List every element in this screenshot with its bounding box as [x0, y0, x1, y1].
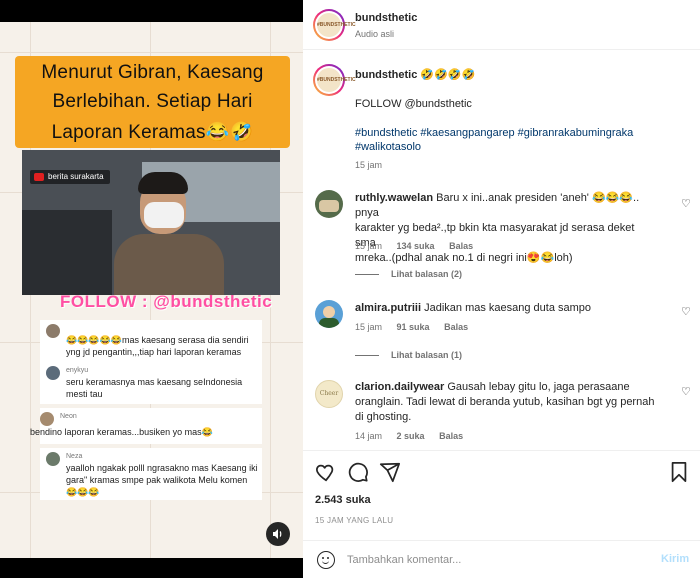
comment-text: clarion.dailywear Gausah lebay gitu lo, … — [355, 381, 655, 423]
header-username[interactable]: bundsthetic — [355, 12, 417, 24]
commenter-avatar — [46, 366, 60, 380]
comment-like-icon[interactable]: ♡ — [681, 385, 691, 398]
caption-hashtags[interactable]: #walikotasolo — [355, 140, 421, 154]
profile-avatar[interactable]: #BUNDSTHETIC — [313, 9, 356, 41]
view-replies[interactable]: Lihat balasan (2) — [355, 269, 462, 279]
add-comment-bar: Kirim — [303, 540, 700, 578]
news-tag-label: berita surakarta — [48, 172, 104, 181]
post-time: 15 JAM YANG LALU — [315, 516, 394, 525]
caption-follow: FOLLOW @bundsthetic — [355, 98, 472, 110]
post-header: #BUNDSTHETIC bundsthetic Audio asli — [303, 0, 700, 50]
caption-username[interactable]: bundsthetic — [355, 69, 417, 81]
screenshot-comment-text: seru keramasnya mas kaesang seIndonesia … — [66, 377, 243, 399]
person-body — [114, 234, 224, 295]
headline-line-2: Berlebihan. Setiap Hari — [52, 91, 253, 112]
comment-text: ruthly.wawelan Baru x ini..anak presiden… — [355, 192, 640, 264]
reply-button[interactable]: Balas — [439, 431, 463, 441]
screenshot-comment-text: yaalloh ngakak polll ngrasakno mas Kaesa… — [66, 463, 258, 497]
person-hair — [138, 172, 188, 194]
volume-icon[interactable] — [266, 522, 290, 546]
screenshot-commenter-name: Neon — [60, 413, 77, 420]
reply-button[interactable]: Balas — [449, 241, 473, 251]
comment-input[interactable] — [347, 551, 647, 569]
comment-icon[interactable] — [347, 461, 369, 483]
comment-like-icon[interactable]: ♡ — [681, 305, 691, 318]
screenshot-comment: Neza yaalloh ngakak polll ngrasakno mas … — [40, 448, 262, 500]
headline-line-1: Menurut Gibran, Kaesang — [41, 62, 264, 83]
emoji-icon[interactable] — [317, 551, 335, 569]
likes-count[interactable]: 2.543 suka — [315, 494, 371, 506]
post-media[interactable]: Menurut Gibran, Kaesang Berlebihan. Seti… — [0, 0, 303, 578]
caption-time: 15 jam — [355, 160, 383, 170]
follow-banner: FOLLOW : @bundsthetic — [60, 292, 273, 311]
comment-meta: 14 jam 2 suka Balas — [355, 431, 464, 441]
reply-button[interactable]: Balas — [444, 322, 468, 332]
comment-username[interactable]: clarion.dailywear — [355, 381, 444, 393]
commenter-avatar[interactable]: Cheer — [315, 380, 343, 408]
commenter-avatar[interactable] — [315, 190, 343, 218]
news-tag: berita surakarta — [30, 170, 110, 184]
youtube-icon — [34, 173, 44, 181]
video-headline: Menurut Gibran, Kaesang Berlebihan. Seti… — [15, 56, 290, 148]
share-icon[interactable] — [379, 461, 401, 483]
car-seat — [22, 210, 112, 295]
screenshot-comment: 😂😂😂😂😂mas kaesang serasa dia sendiri yng … — [40, 320, 262, 362]
caption-avatar[interactable]: #BUNDSTHETIC — [313, 64, 356, 96]
commenter-avatar — [46, 452, 60, 466]
grid-line — [0, 52, 303, 53]
commenter-avatar[interactable] — [315, 300, 343, 328]
commenter-avatar — [46, 324, 60, 338]
post-panel: #BUNDSTHETIC bundsthetic Audio asli #BUN… — [303, 0, 700, 578]
screenshot-comment: Neon bendino laporan keramas...busiken y… — [30, 408, 262, 444]
caption-hashtags[interactable]: #bundsthetic #kaesangpangarep #gibranrak… — [355, 126, 633, 140]
screenshot-comment-text: bendino laporan keramas...busiken yo mas… — [30, 427, 213, 437]
caption-header: bundsthetic 🤣🤣🤣🤣 — [355, 68, 475, 82]
headline-line-3: Laporan Keramas😂🤣 — [51, 122, 254, 143]
commenter-avatar — [40, 412, 54, 426]
comment-username[interactable]: almira.putriii — [355, 302, 421, 314]
comment-like-icon[interactable]: ♡ — [681, 197, 691, 210]
screenshot-comment: enykyu seru keramasnya mas kaesang seInd… — [40, 362, 262, 404]
heart-icon[interactable] — [315, 461, 337, 483]
view-replies[interactable]: Lihat balasan (1) — [355, 350, 462, 360]
video-still: berita surakarta — [22, 150, 280, 295]
post-actions: 2.543 suka 15 JAM YANG LALU — [303, 450, 700, 550]
screenshot-comment-text: 😂😂😂😂😂mas kaesang serasa dia sendiri yng … — [66, 335, 249, 357]
bookmark-icon[interactable] — [668, 461, 690, 483]
caption-emojis: 🤣🤣🤣🤣 — [420, 69, 476, 81]
comment-meta: 15 jam 91 suka Balas — [355, 322, 469, 332]
comment-text: almira.putriii Jadikan mas kaesang duta … — [355, 302, 592, 314]
face-mask — [144, 202, 184, 228]
comment-meta: 15 jam 134 suka Balas — [355, 241, 474, 251]
audio-label[interactable]: Audio asli — [355, 29, 394, 39]
post-comment-button[interactable]: Kirim — [661, 553, 689, 565]
comment-username[interactable]: ruthly.wawelan — [355, 192, 433, 204]
